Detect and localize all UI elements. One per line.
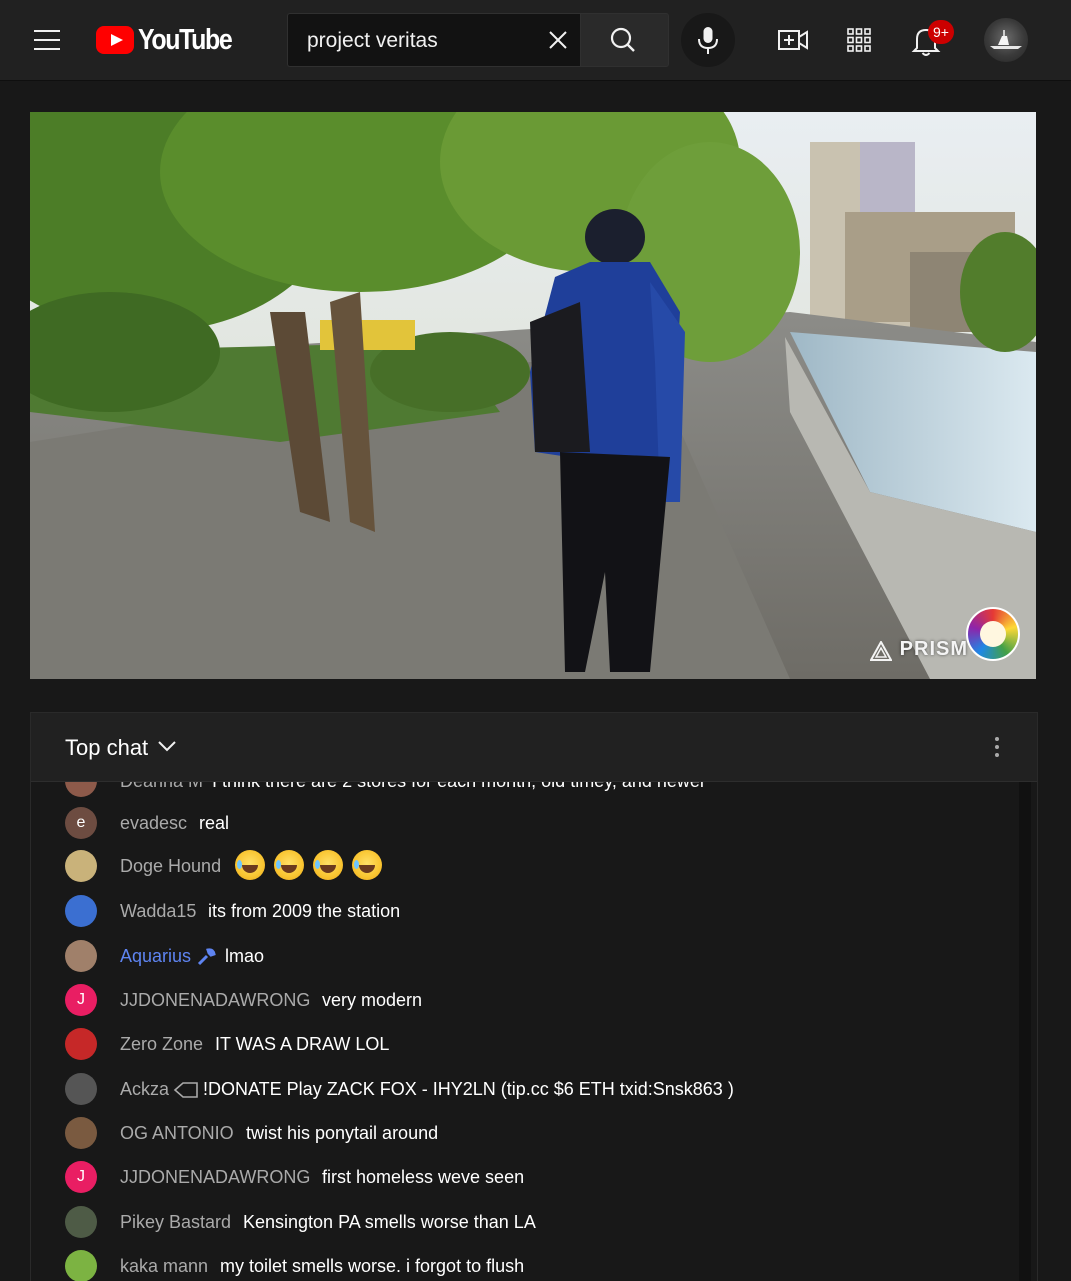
chat-mode-dropdown[interactable]: Top chat	[65, 735, 148, 761]
author-avatar[interactable]	[65, 1117, 97, 1149]
chat-message: Doge Hound	[31, 846, 1011, 886]
message-text: twist his ponytail around	[246, 1123, 439, 1143]
video-player[interactable]: PRISM	[30, 112, 1036, 679]
search-input[interactable]	[305, 26, 539, 56]
author-name[interactable]: JJDONENADAWRONG	[120, 990, 310, 1011]
live-chat: Top chat Deanna M I think there are 2 st…	[30, 712, 1038, 1281]
chat-message: Pikey Bastard Kensington PA smells worse …	[31, 1202, 1011, 1242]
youtube-play-icon	[96, 26, 134, 54]
mic-icon	[698, 27, 718, 54]
chat-message: J JJDONENADAWRONG very modern	[31, 980, 1011, 1020]
chat-scrollbar[interactable]	[1019, 781, 1031, 1281]
apps-grid-icon[interactable]	[839, 20, 879, 60]
chat-message: e evadesc real	[31, 803, 1011, 843]
author-avatar[interactable]	[65, 1028, 97, 1060]
author-name[interactable]: Zero Zone	[120, 1034, 203, 1055]
author-name[interactable]: Aquarius	[120, 946, 191, 967]
search-icon	[610, 27, 635, 52]
author-name[interactable]: kaka mann	[120, 1256, 208, 1277]
author-avatar[interactable]	[65, 850, 97, 882]
diamond-icon	[173, 1079, 198, 1101]
message-text: !DONATE Play ZACK FOX - IHY2LN (tip.cc $…	[203, 1079, 734, 1099]
author-avatar[interactable]: J	[65, 984, 97, 1016]
chat-message: Wadda15 its from 2009 the station	[31, 891, 1011, 931]
message-text: very modern	[322, 990, 423, 1010]
chevron-down-icon[interactable]	[157, 739, 177, 753]
notification-badge: 9+	[928, 20, 954, 44]
clear-icon[interactable]	[546, 28, 570, 52]
rolling-on-floor-laughing-emoji	[235, 850, 265, 880]
search-bar	[287, 13, 669, 67]
prism-triangle-icon	[870, 641, 892, 661]
author-avatar[interactable]	[65, 1250, 97, 1281]
message-text: first homeless weve seen	[322, 1167, 525, 1187]
message-text: its from 2009 the station	[208, 901, 401, 921]
rolling-on-floor-laughing-emoji	[274, 850, 304, 880]
voice-search-button[interactable]	[681, 13, 735, 67]
author-name[interactable]: Doge Hound	[120, 856, 221, 877]
author-avatar[interactable]	[65, 895, 97, 927]
author-avatar[interactable]: e	[65, 807, 97, 839]
chat-message: J JJDONENADAWRONG first homeless weve seen	[31, 1157, 1011, 1197]
account-avatar[interactable]	[984, 18, 1028, 62]
author-avatar[interactable]	[65, 1206, 97, 1238]
logo-text: YouTube	[138, 23, 233, 56]
video-frame	[30, 112, 1036, 679]
chat-message: kaka mann my toilet smells worse. i forgo…	[31, 1246, 1011, 1281]
message-text: real	[199, 813, 230, 833]
create-video-icon[interactable]	[773, 20, 813, 60]
chat-header: Top chat	[31, 713, 1037, 782]
channel-logo-icon	[966, 607, 1020, 661]
author-avatar[interactable]: J	[65, 1161, 97, 1193]
author-name[interactable]: Pikey Bastard	[120, 1212, 231, 1233]
chat-message: OG ANTONIO twist his ponytail around	[31, 1113, 1011, 1153]
video-watermark: PRISM	[899, 638, 968, 660]
chat-message: Zero Zone IT WAS A DRAW LOL	[31, 1024, 1011, 1064]
message-text: Kensington PA smells worse than LA	[243, 1212, 536, 1232]
youtube-logo[interactable]: YouTube	[96, 24, 247, 56]
message-text: my toilet smells worse. i forgot to flus…	[220, 1256, 525, 1276]
chat-message: Aquarius lmao	[31, 936, 1011, 976]
author-avatar[interactable]	[65, 940, 97, 972]
rolling-on-floor-laughing-emoji	[352, 850, 382, 880]
author-name[interactable]: Ackza	[120, 1079, 169, 1100]
rolling-on-floor-laughing-emoji	[313, 850, 343, 880]
message-text: IT WAS A DRAW LOL	[215, 1034, 390, 1054]
menu-icon[interactable]	[22, 20, 70, 60]
author-name[interactable]: Wadda15	[120, 901, 196, 922]
message-emojis	[235, 850, 391, 880]
author-name[interactable]: OG ANTONIO	[120, 1123, 234, 1144]
more-options-icon[interactable]	[981, 731, 1013, 763]
author-name[interactable]: evadesc	[120, 813, 187, 834]
chat-message: Ackza !DONATE Play ZACK FOX - IHY2LN (tip…	[31, 1069, 1011, 1109]
author-avatar[interactable]	[65, 1073, 97, 1105]
author-name[interactable]: JJDONENADAWRONG	[120, 1167, 310, 1188]
search-button[interactable]	[580, 13, 669, 67]
message-text: lmao	[225, 946, 265, 966]
wrench-icon	[195, 946, 217, 968]
search-box	[287, 13, 580, 67]
masthead: YouTube project veritas 9+	[0, 0, 1071, 81]
